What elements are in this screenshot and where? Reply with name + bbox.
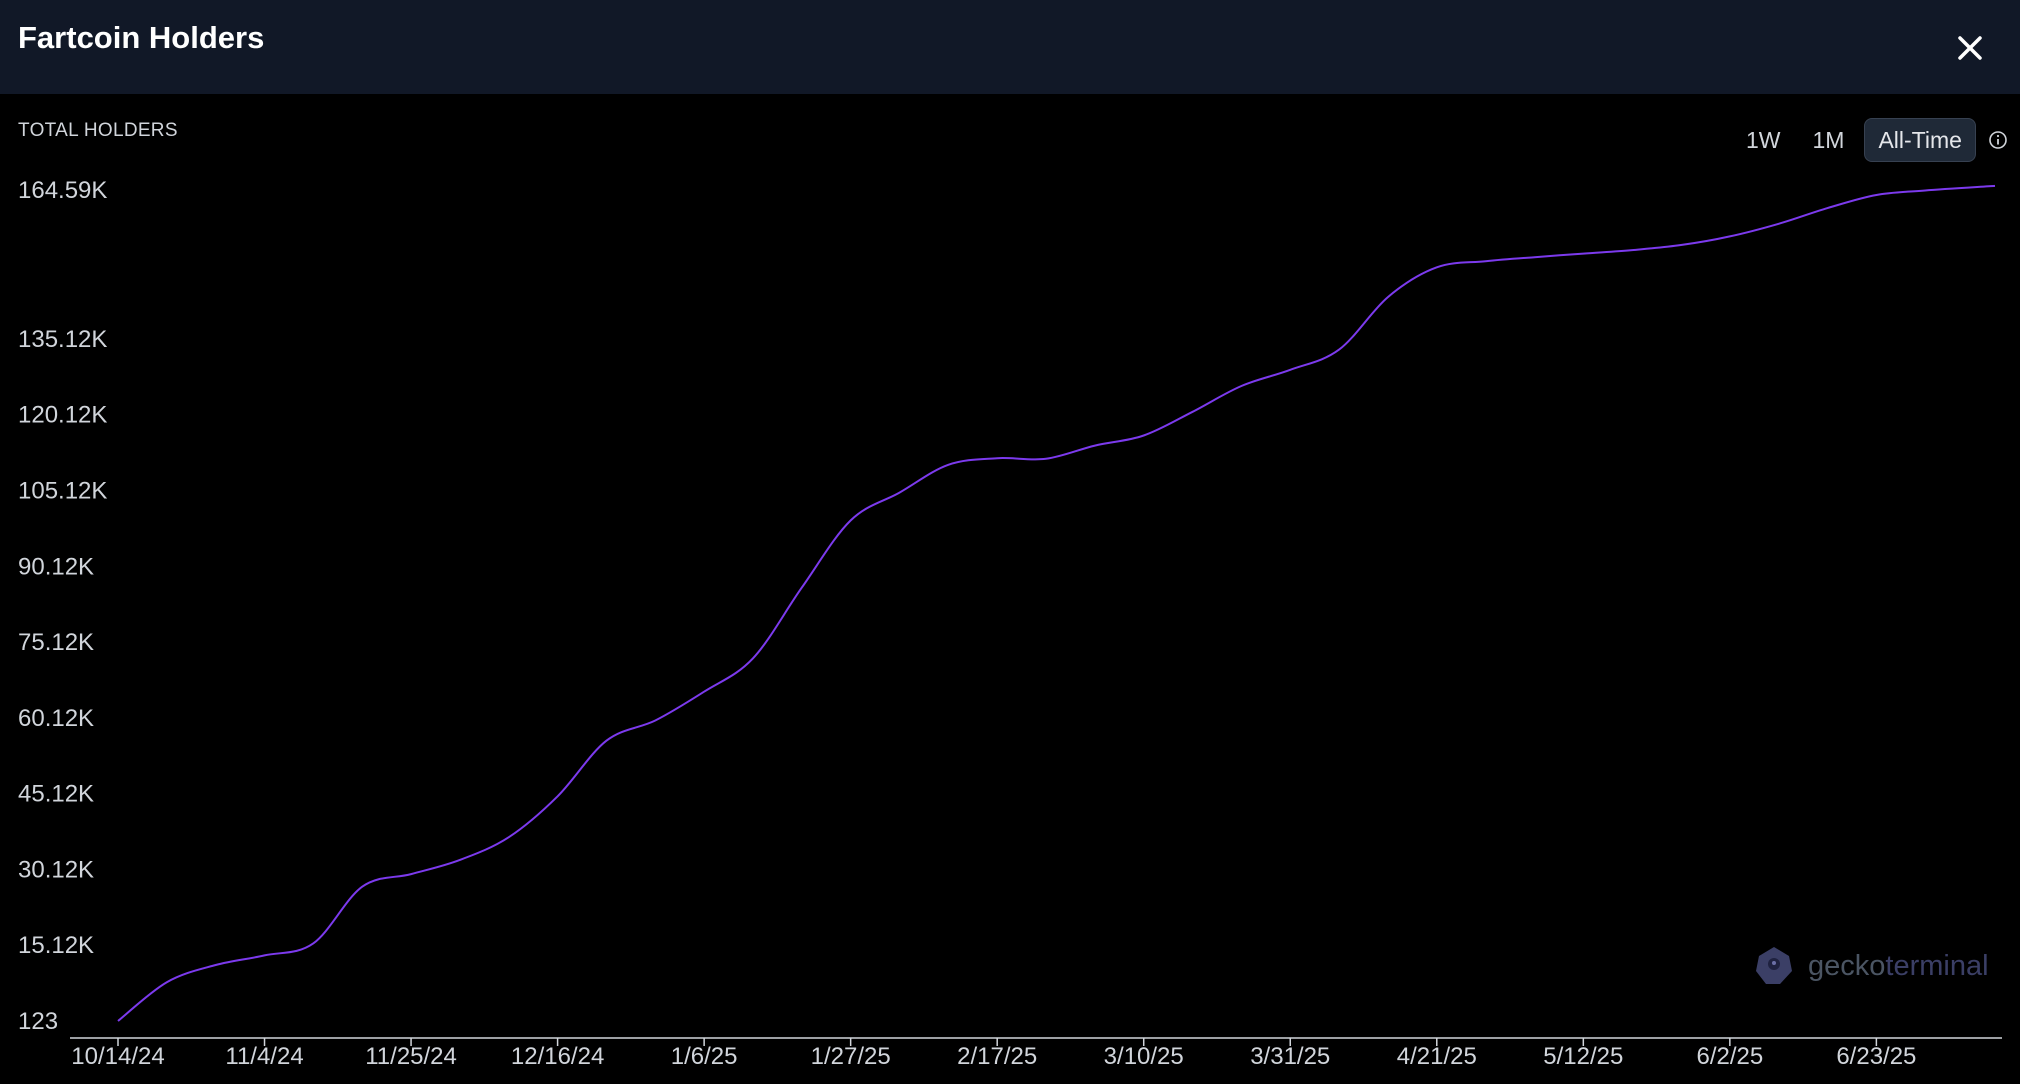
metric-label: TOTAL HOLDERS <box>18 120 178 141</box>
x-tick-label: 2/17/25 <box>957 1043 1037 1070</box>
y-tick-label: 30.12K <box>18 856 94 883</box>
y-tick-label: 120.12K <box>18 402 107 429</box>
watermark-brand-a: gecko <box>1808 949 1886 982</box>
tab-all-time[interactable]: All-Time <box>1864 118 1976 162</box>
x-tick-label: 6/2/25 <box>1696 1043 1763 1070</box>
time-range-tabs: 1W 1M All-Time <box>1726 118 2008 162</box>
y-tick-label: 60.12K <box>18 705 94 732</box>
x-tick-label: 1/6/25 <box>671 1043 738 1070</box>
x-tick-label: 6/23/25 <box>1836 1043 1916 1070</box>
x-tick-label: 3/31/25 <box>1250 1043 1330 1070</box>
gecko-logo-icon <box>1756 947 1792 984</box>
x-tick-label: 11/25/24 <box>365 1043 457 1070</box>
x-tick-label: 5/12/25 <box>1543 1043 1623 1070</box>
y-axis: 123 15.12K 30.12K 45.12K 60.12K 75.12K 90.12K 1… <box>18 177 107 1035</box>
y-tick-label: 135.12K <box>18 326 107 353</box>
y-tick-label: 90.12K <box>18 553 94 580</box>
series-line <box>117 184 1996 1022</box>
x-axis: 10/14/24 11/4/24 11/25/24 12/16/24 1/6/25 1/2… <box>70 1037 2002 1070</box>
tab-1m[interactable]: 1M <box>1801 119 1857 161</box>
close-icon <box>1958 36 1982 60</box>
x-tick-label: 10/14/24 <box>71 1043 164 1070</box>
x-tick-label: 11/4/24 <box>225 1043 303 1070</box>
x-tick-label: 3/10/25 <box>1104 1043 1184 1070</box>
x-tick-label: 1/27/25 <box>811 1043 891 1070</box>
modal-header: Fartcoin Holders <box>0 0 2020 94</box>
watermark: geckoterminal <box>1752 944 1989 988</box>
y-tick-label: 15.12K <box>18 932 94 959</box>
y-tick-label: 123 <box>18 1008 58 1035</box>
y-tick-label: 105.12K <box>18 477 107 504</box>
x-tick-label: 4/21/25 <box>1397 1043 1477 1070</box>
watermark-brand-b: terminal <box>1885 949 1989 982</box>
y-tick-label: 164.59K <box>18 177 107 204</box>
y-tick-label: 45.12K <box>18 781 94 808</box>
series-group <box>117 184 1996 1022</box>
holders-line-chart: 123 15.12K 30.12K 45.12K 60.12K 75.12K 90.12K 1… <box>18 177 2002 1070</box>
modal-title: Fartcoin Holders <box>18 20 265 55</box>
watermark-text: geckoterminal <box>1808 950 1989 983</box>
y-tick-label: 75.12K <box>18 629 94 656</box>
x-tick-label: 12/16/24 <box>511 1043 604 1070</box>
close-button[interactable] <box>1948 26 1992 70</box>
tab-1w[interactable]: 1W <box>1734 119 1793 161</box>
info-icon[interactable] <box>1988 130 2008 150</box>
